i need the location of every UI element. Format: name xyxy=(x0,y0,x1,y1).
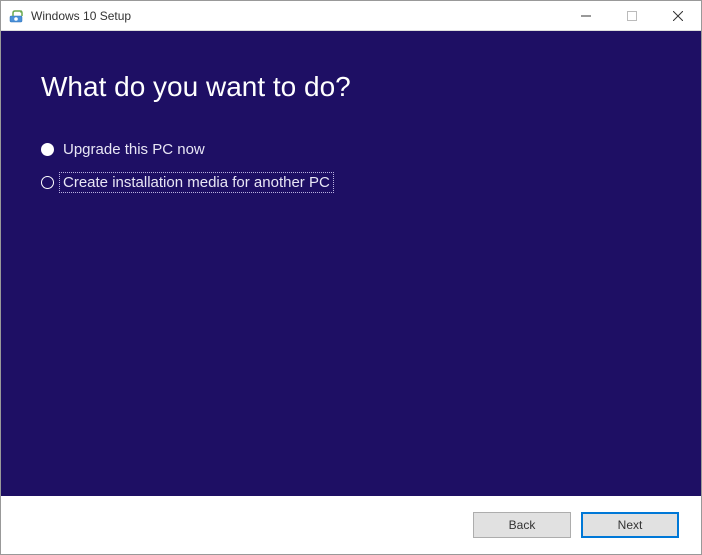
maximize-button xyxy=(609,1,655,30)
radio-indicator-icon xyxy=(41,176,54,189)
radio-indicator-icon xyxy=(41,143,54,156)
radio-option-upgrade[interactable]: Upgrade this PC now xyxy=(41,141,661,158)
radio-label: Upgrade this PC now xyxy=(63,141,205,158)
app-icon xyxy=(9,8,25,24)
titlebar: Windows 10 Setup xyxy=(1,1,701,31)
radio-label: Create installation media for another PC xyxy=(59,172,334,193)
page-heading: What do you want to do? xyxy=(41,71,661,103)
radio-group: Upgrade this PC now Create installation … xyxy=(41,141,661,193)
close-button[interactable] xyxy=(655,1,701,30)
back-button[interactable]: Back xyxy=(473,512,571,538)
minimize-button[interactable] xyxy=(563,1,609,30)
next-button[interactable]: Next xyxy=(581,512,679,538)
main-content: What do you want to do? Upgrade this PC … xyxy=(1,31,701,496)
footer: Back Next xyxy=(1,496,701,554)
window-title: Windows 10 Setup xyxy=(31,9,563,23)
radio-option-create-media[interactable]: Create installation media for another PC xyxy=(41,172,661,193)
window-controls xyxy=(563,1,701,30)
